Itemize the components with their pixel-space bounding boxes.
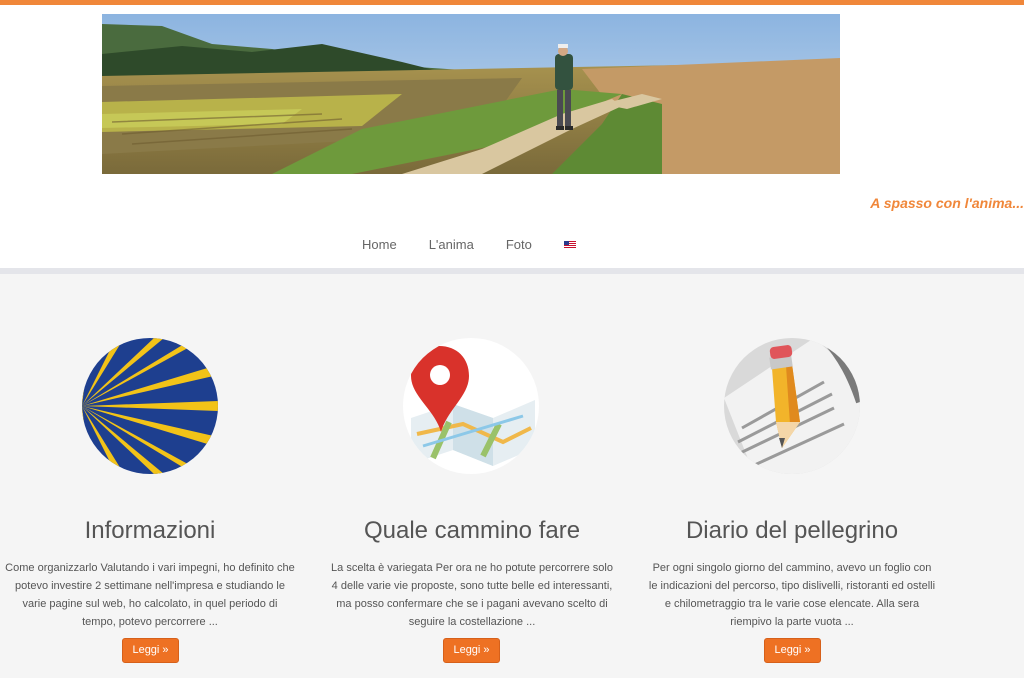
nav-item-foto[interactable]: Foto bbox=[490, 233, 548, 256]
feature-excerpt: Come organizzarlo Valutando i vari impeg… bbox=[5, 562, 295, 628]
main-navigation: Home L'anima Foto bbox=[346, 233, 592, 256]
feature-title: Informazioni bbox=[84, 517, 216, 544]
features-section: Informazioni Come organizzarlo Valutando… bbox=[0, 274, 1024, 678]
nav-item-lanima[interactable]: L'anima bbox=[413, 233, 490, 256]
feature-excerpt: La scelta è variegata Per ora ne ho potu… bbox=[331, 562, 613, 628]
read-more-button[interactable]: Leggi » bbox=[443, 638, 500, 663]
site-tagline: A spasso con l'anima... bbox=[870, 195, 1024, 211]
pencil-notebook-icon bbox=[724, 338, 860, 474]
map-pin-icon bbox=[403, 338, 539, 474]
feature-excerpt: Per ogni singolo giorno del cammino, ave… bbox=[648, 562, 936, 628]
nav-item-home[interactable]: Home bbox=[346, 233, 413, 256]
site-header: A spasso con l'anima... Home L'anima Fot… bbox=[0, 5, 1024, 268]
feature-title: Diario del pellegrino bbox=[685, 517, 899, 544]
nav-item-language[interactable] bbox=[548, 233, 592, 256]
backpack bbox=[555, 54, 573, 90]
feature-title: Quale cammino fare bbox=[363, 517, 581, 544]
banner-image bbox=[102, 14, 840, 174]
camino-scallop-shell-icon bbox=[82, 338, 218, 474]
read-more-button[interactable]: Leggi » bbox=[122, 638, 179, 663]
us-flag-icon bbox=[563, 241, 576, 249]
read-more-button[interactable]: Leggi » bbox=[764, 638, 821, 663]
